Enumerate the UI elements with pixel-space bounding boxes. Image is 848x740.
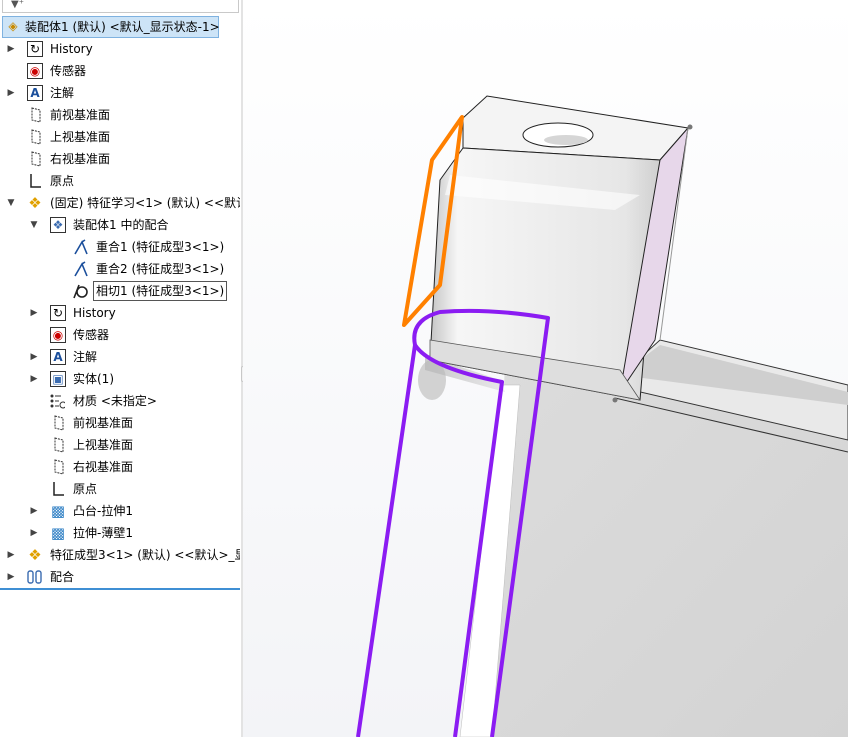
model-view[interactable] bbox=[243, 0, 848, 738]
mates-folder-icon: ❖ bbox=[50, 217, 66, 233]
tree-item-label: 前视基准面 bbox=[50, 108, 111, 122]
tree-item-history-nested[interactable]: ▶ ↻ History bbox=[0, 302, 240, 324]
collapse-arrow-icon[interactable]: ▼ bbox=[29, 214, 39, 236]
history-folder-icon: ↻ bbox=[27, 41, 43, 57]
tree-item-label: History bbox=[50, 42, 93, 56]
feature-manager-tree: ▼⁺ ◈ 装配体1 (默认) <默认_显示状态-1> ▶ ↻ History ◉… bbox=[0, 0, 241, 737]
tree-item-label: 材质 <未指定> bbox=[73, 394, 157, 408]
tree-bottom-divider bbox=[0, 588, 240, 590]
vertex-point bbox=[612, 397, 618, 403]
sensor-icon: ◉ bbox=[50, 327, 66, 343]
tree-item-history[interactable]: ▶ ↻ History bbox=[0, 38, 240, 60]
tree-item-origin-nested[interactable]: 原点 bbox=[0, 478, 240, 500]
tree-item-mates-folder[interactable]: ▼ ❖ 装配体1 中的配合 bbox=[0, 214, 240, 236]
vertex-point bbox=[687, 124, 693, 130]
mates-folder-icon bbox=[27, 569, 43, 585]
tree-item-top-plane-nested[interactable]: 上视基准面 bbox=[0, 434, 240, 456]
plane-icon bbox=[50, 437, 66, 453]
tree-item-label: 重合2 (特征成型3<1>) bbox=[96, 262, 225, 276]
tree-item-label: 上视基准面 bbox=[73, 438, 134, 452]
tree-item-annotations[interactable]: ▶ A 注解 bbox=[0, 82, 240, 104]
origin-icon bbox=[50, 481, 66, 497]
tree-item-label: 传感器 bbox=[50, 64, 87, 78]
plane-icon bbox=[27, 151, 43, 167]
tree-item-mates[interactable]: ▶ 配合 bbox=[0, 566, 240, 588]
tree-item-material[interactable]: 材质 <未指定> bbox=[0, 390, 240, 412]
part-icon: ❖ bbox=[28, 194, 42, 212]
tree-item-top-plane[interactable]: 上视基准面 bbox=[0, 126, 240, 148]
extrude-icon: ▩ bbox=[50, 524, 66, 542]
tree-item-coincident-1[interactable]: 重合1 (特征成型3<1>) bbox=[0, 236, 240, 258]
expand-arrow-icon[interactable]: ▶ bbox=[29, 346, 39, 368]
tree-item-label: 重合1 (特征成型3<1>) bbox=[96, 240, 225, 254]
tree-item-part-fixed[interactable]: ▼ ❖ (固定) 特征学习<1> (默认) <<默认 bbox=[0, 192, 240, 214]
plane-icon bbox=[27, 129, 43, 145]
expand-arrow-icon[interactable]: ▶ bbox=[29, 522, 39, 544]
cube-hole-inner bbox=[544, 135, 588, 145]
tree-item-label: 右视基准面 bbox=[50, 152, 111, 166]
assembly-icon: ◈ bbox=[8, 19, 18, 33]
tree-item-label: 配合 bbox=[50, 570, 75, 584]
tree-item-label: 右视基准面 bbox=[73, 460, 134, 474]
history-folder-icon: ↻ bbox=[50, 305, 66, 321]
annotation-icon: A bbox=[50, 349, 66, 365]
expand-arrow-icon[interactable]: ▶ bbox=[29, 302, 39, 324]
expand-arrow-icon[interactable]: ▶ bbox=[6, 566, 16, 588]
solid-bodies-icon: ▣ bbox=[50, 371, 66, 387]
annotation-icon: A bbox=[27, 85, 43, 101]
tree-item-label: History bbox=[73, 306, 116, 320]
tree-item-label: 拉伸-薄壁1 bbox=[73, 526, 133, 540]
tree-root-assembly[interactable]: ◈ 装配体1 (默认) <默认_显示状态-1> bbox=[2, 16, 220, 38]
tree-item-label: 原点 bbox=[50, 174, 75, 188]
tree-item-label: 注解 bbox=[73, 350, 98, 364]
funnel-icon[interactable]: ▼⁺ bbox=[11, 0, 24, 10]
sensor-icon: ◉ bbox=[27, 63, 43, 79]
material-icon bbox=[49, 393, 65, 409]
tree-item-label: (固定) 特征学习<1> (默认) <<默认 bbox=[50, 196, 240, 210]
expand-arrow-icon[interactable]: ▶ bbox=[6, 82, 16, 104]
tree-filter-bar[interactable]: ▼⁺ bbox=[2, 0, 239, 13]
tree-item-label: 凸台-拉伸1 bbox=[73, 504, 133, 518]
graphics-viewport[interactable] bbox=[243, 0, 848, 738]
tree-item-solid-bodies[interactable]: ▶ ▣ 实体(1) bbox=[0, 368, 240, 390]
tree-item-sensors-nested[interactable]: ◉ 传感器 bbox=[0, 324, 240, 346]
expand-arrow-icon[interactable]: ▶ bbox=[29, 500, 39, 522]
plane-icon bbox=[27, 107, 43, 123]
tree-item-right-plane-nested[interactable]: 右视基准面 bbox=[0, 456, 240, 478]
tree-item-tangent-1[interactable]: 相切1 (特征成型3<1>) bbox=[0, 280, 240, 302]
plane-icon bbox=[50, 459, 66, 475]
tree-item-label: 传感器 bbox=[73, 328, 110, 342]
expand-arrow-icon[interactable]: ▶ bbox=[6, 38, 16, 60]
tree-item-front-plane[interactable]: 前视基准面 bbox=[0, 104, 240, 126]
tree-item-label: 相切1 (特征成型3<1>) bbox=[93, 281, 228, 301]
part-icon: ❖ bbox=[28, 546, 42, 564]
tree-item-thin-extrude[interactable]: ▶ ▩ 拉伸-薄壁1 bbox=[0, 522, 240, 544]
tree-item-label: 实体(1) bbox=[73, 372, 114, 386]
tree-item-part-2[interactable]: ▶ ❖ 特征成型3<1> (默认) <<默认>_显 bbox=[0, 544, 240, 566]
tree-item-front-plane-nested[interactable]: 前视基准面 bbox=[0, 412, 240, 434]
expand-arrow-icon[interactable]: ▶ bbox=[29, 368, 39, 390]
origin-icon bbox=[27, 173, 43, 189]
tree-item-label: 注解 bbox=[50, 86, 75, 100]
tree-root-label: 装配体1 (默认) <默认_显示状态-1> bbox=[25, 20, 220, 34]
tangent-icon bbox=[73, 283, 89, 299]
coincident-icon bbox=[73, 239, 89, 255]
expand-arrow-icon[interactable]: ▶ bbox=[6, 544, 16, 566]
collapse-arrow-icon[interactable]: ▼ bbox=[6, 192, 16, 214]
tree-item-label: 装配体1 中的配合 bbox=[73, 218, 169, 232]
tree-item-label: 原点 bbox=[73, 482, 98, 496]
tree-item-label: 前视基准面 bbox=[73, 416, 134, 430]
coincident-icon bbox=[73, 261, 89, 277]
tree-item-coincident-2[interactable]: 重合2 (特征成型3<1>) bbox=[0, 258, 240, 280]
tree-item-right-plane[interactable]: 右视基准面 bbox=[0, 148, 240, 170]
tree-item-origin[interactable]: 原点 bbox=[0, 170, 240, 192]
tree-item-label: 上视基准面 bbox=[50, 130, 111, 144]
tree-item-annotations-nested[interactable]: ▶ A 注解 bbox=[0, 346, 240, 368]
extrude-icon: ▩ bbox=[50, 502, 66, 520]
tree-item-sensors[interactable]: ◉ 传感器 bbox=[0, 60, 240, 82]
tree-item-label: 特征成型3<1> (默认) <<默认>_显 bbox=[50, 548, 240, 562]
plane-icon bbox=[50, 415, 66, 431]
tree-item-boss-extrude[interactable]: ▶ ▩ 凸台-拉伸1 bbox=[0, 500, 240, 522]
